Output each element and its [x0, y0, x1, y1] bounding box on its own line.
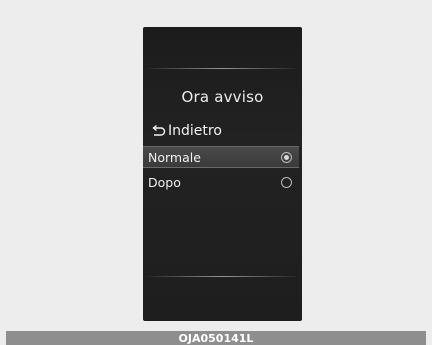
radio-selected-icon[interactable]: [281, 151, 292, 163]
return-arrow-icon: [150, 124, 166, 138]
bottom-divider: [149, 276, 296, 277]
option-normale[interactable]: Normale: [143, 146, 299, 168]
cluster-display: Ora avviso Indietro Normale Dopo: [143, 27, 302, 321]
option-label: Normale: [148, 149, 201, 165]
option-dopo[interactable]: Dopo: [143, 171, 299, 193]
top-divider: [149, 68, 296, 69]
menu-title: Ora avviso: [181, 88, 264, 106]
radio-unselected-icon[interactable]: [281, 176, 292, 188]
figure-code-caption: OJA050141L: [6, 331, 426, 345]
back-label: Indietro: [168, 123, 222, 139]
back-button[interactable]: Indietro: [150, 120, 222, 142]
option-label: Dopo: [148, 174, 181, 190]
